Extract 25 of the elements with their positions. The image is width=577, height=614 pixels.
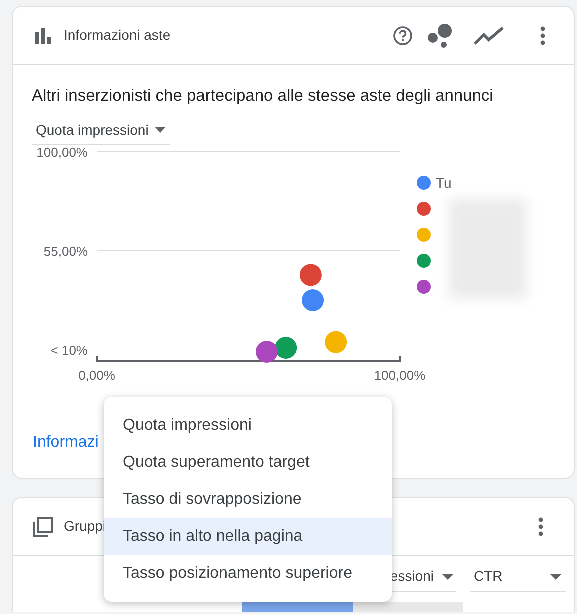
axis-label: 100,00% — [36, 144, 88, 160]
chart-heading: Altri inserzionisti che partecipano alle stesse aste degli annunci — [32, 86, 494, 107]
card-title: Informazioni aste — [64, 26, 171, 45]
axis-label: < 10% — [50, 342, 88, 358]
bubble-chart-icon[interactable] — [428, 24, 454, 48]
axis-label: 55,00% — [44, 244, 88, 259]
axis-label: 0,00% — [78, 368, 116, 383]
caret-icon — [550, 574, 562, 580]
menu-item[interactable]: Quota superamento target — [104, 444, 392, 481]
column-dropdown[interactable]: CTR — [470, 566, 566, 592]
link[interactable]: Informazi — [33, 434, 99, 451]
line-chart-icon[interactable] — [474, 26, 504, 46]
menu-item[interactable]: Tasso in alto nella pagina — [104, 518, 392, 555]
menu-item[interactable]: Tasso di sovrapposizione — [104, 481, 392, 518]
copy-icon — [33, 516, 53, 536]
metric-dropdown[interactable]: Quota impressioni — [32, 120, 170, 145]
axis-label: 100,00% — [374, 368, 426, 383]
menu-item[interactable]: Quota impressioni — [104, 407, 392, 444]
caret-icon — [154, 127, 166, 134]
bar-chart-icon — [35, 28, 51, 44]
more-icon[interactable] — [538, 516, 544, 536]
help-icon[interactable] — [393, 26, 413, 46]
more-icon[interactable] — [540, 26, 546, 46]
legend-label: Tu — [436, 174, 452, 191]
caret-icon — [442, 574, 454, 580]
